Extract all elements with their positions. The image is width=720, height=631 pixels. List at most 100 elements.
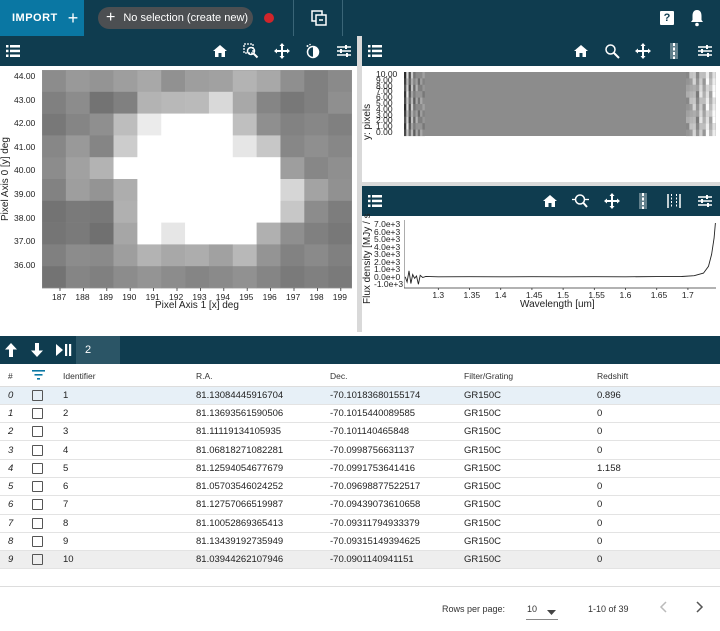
table-row[interactable]: 4 5 81.12594054677679 -70.0991753641416 GR15…	[0, 459, 720, 478]
subset-selection-pill[interactable]: + No selection (create new)	[98, 7, 253, 29]
viewer-layout-icon[interactable]	[311, 10, 327, 29]
checkbox-icon[interactable]	[32, 389, 43, 401]
spectrum-2d-pixel	[404, 104, 407, 111]
spectrum-2d-pixel	[404, 72, 407, 79]
image-pixel	[161, 179, 186, 202]
row-checkbox[interactable]	[24, 440, 63, 460]
table-row[interactable]: 8 9 81.13439192735949 -70.09315149394625 GR1…	[0, 532, 720, 552]
record-icon[interactable]	[264, 13, 274, 23]
cell-dec: -70.10183680155174	[330, 386, 464, 405]
row-checkbox[interactable]	[24, 459, 63, 478]
row-checkbox[interactable]	[24, 532, 63, 552]
image-pixel	[42, 135, 67, 158]
column-header-dec[interactable]: Dec.	[330, 366, 464, 387]
arrow-down-icon[interactable]	[31, 343, 43, 360]
spectrum-2d-plot[interactable]	[404, 72, 716, 138]
pan-icon[interactable]	[596, 186, 627, 216]
row-checkbox[interactable]	[24, 477, 63, 497]
spectrum-2d-pixel	[410, 97, 414, 105]
cell-dec: -70.1015440089585	[330, 404, 464, 424]
spectral-region-icon[interactable]	[658, 186, 689, 216]
image-pixel	[161, 135, 186, 158]
row-checkbox[interactable]	[24, 404, 63, 424]
line-select-icon[interactable]	[658, 36, 689, 66]
chevron-right-icon[interactable]	[696, 601, 704, 615]
table-row[interactable]: 0 1 81.13084445916704 -70.10183680155174 GR1…	[0, 386, 720, 405]
layer-settings-icon[interactable]	[689, 186, 720, 216]
image-pixel	[280, 70, 305, 93]
image-pixel	[89, 113, 114, 136]
import-button[interactable]: IMPORT +	[0, 0, 84, 36]
row-checkbox[interactable]	[24, 550, 63, 570]
table-row[interactable]: 6 7 81.12757066519987 -70.09439073610658 GR1…	[0, 495, 720, 515]
spectrum-2d-pixel	[702, 129, 706, 137]
image-plot[interactable]	[42, 70, 352, 326]
checkbox-icon[interactable]	[32, 462, 43, 474]
spectrum-2d-pixel	[689, 97, 693, 105]
layer-settings-icon[interactable]	[328, 36, 359, 66]
table-row[interactable]: 5 6 81.05703546024252 -70.09698877522517 GR1…	[0, 477, 720, 497]
checkbox-icon[interactable]	[32, 517, 43, 529]
checkbox-icon[interactable]	[32, 407, 43, 419]
spectrum-2d-pixel	[404, 97, 407, 105]
play-pause-icon[interactable]	[56, 343, 72, 360]
spectrum-2d-pixel	[410, 110, 414, 117]
column-header-filter[interactable]	[24, 366, 63, 387]
row-checkbox[interactable]	[24, 422, 63, 442]
row-checkbox[interactable]	[24, 514, 63, 533]
chevron-left-icon[interactable]	[659, 601, 667, 615]
spectrum-1d-plot[interactable]	[404, 220, 716, 290]
checkbox-icon[interactable]	[32, 444, 43, 456]
spectrum-2d-pixel	[410, 78, 414, 85]
dropdown-caret-icon[interactable]	[547, 607, 556, 617]
table-row[interactable]: 2 3 81.11119134105935 -70.101140465848 GR150…	[0, 422, 720, 442]
home-icon[interactable]	[565, 36, 596, 66]
pan-icon[interactable]	[266, 36, 297, 66]
zoom-icon[interactable]	[596, 36, 627, 66]
spectrum-2d-pixel	[420, 116, 423, 124]
row-checkbox[interactable]	[24, 386, 63, 405]
home-icon[interactable]	[534, 186, 565, 216]
pan-icon[interactable]	[627, 36, 658, 66]
checkbox-icon[interactable]	[32, 481, 43, 493]
row-checkbox[interactable]	[24, 495, 63, 515]
table-row[interactable]: 7 8 81.10052869365413 -70.09311794933379 GR1…	[0, 514, 720, 533]
image-pixel	[89, 157, 114, 180]
spectrum-2d-pixel	[404, 84, 407, 92]
table-row[interactable]: 3 4 81.06818271082281 -70.0998756631137 GR15…	[0, 440, 720, 460]
menu-icon[interactable]	[6, 45, 20, 60]
filter-list-icon[interactable]	[24, 369, 45, 382]
column-header-identifier[interactable]: Identifier	[63, 366, 196, 387]
rows-per-page-select[interactable]: 10	[527, 604, 537, 614]
x-range-zoom-icon[interactable]	[565, 186, 596, 216]
checkbox-icon[interactable]	[32, 536, 43, 548]
checkbox-icon[interactable]	[32, 499, 43, 511]
help-icon[interactable]: ?	[660, 11, 674, 25]
cell-identifier: 5	[63, 459, 196, 478]
layer-settings-icon[interactable]	[689, 36, 720, 66]
checkbox-icon[interactable]	[32, 426, 43, 438]
spectrum-2d-pixel	[422, 123, 425, 130]
column-header-filter-grating[interactable]: Filter/Grating	[464, 366, 597, 387]
image-pixel	[280, 266, 305, 289]
table-row[interactable]: 1 2 81.13693561590506 -70.1015440089585 GR15…	[0, 404, 720, 424]
cell-identifier: 2	[63, 404, 196, 424]
menu-icon[interactable]	[368, 45, 382, 60]
contrast-bias-icon[interactable]	[297, 36, 328, 66]
table-row[interactable]: 9 10 81.03944262107946 -70.0901140941151 GR1…	[0, 550, 720, 570]
spectrum-2d-pixel	[705, 78, 710, 85]
spectrum-2d-pixel	[695, 78, 700, 85]
column-header-ra[interactable]: R.A.	[196, 366, 330, 387]
checkbox-icon[interactable]	[32, 554, 43, 566]
arrow-up-icon[interactable]	[5, 343, 17, 360]
image-pixel	[185, 157, 210, 180]
home-icon[interactable]	[204, 36, 235, 66]
box-zoom-icon[interactable]	[235, 36, 266, 66]
selected-row-count[interactable]: 2	[76, 336, 120, 364]
column-header-redshift[interactable]: Redshift	[597, 366, 720, 387]
spectrum-2d-pixel	[686, 123, 690, 130]
line-select-icon[interactable]	[627, 186, 658, 216]
menu-icon[interactable]	[368, 195, 382, 210]
image-pixel	[42, 222, 67, 245]
notification-bell-icon[interactable]	[690, 9, 704, 30]
